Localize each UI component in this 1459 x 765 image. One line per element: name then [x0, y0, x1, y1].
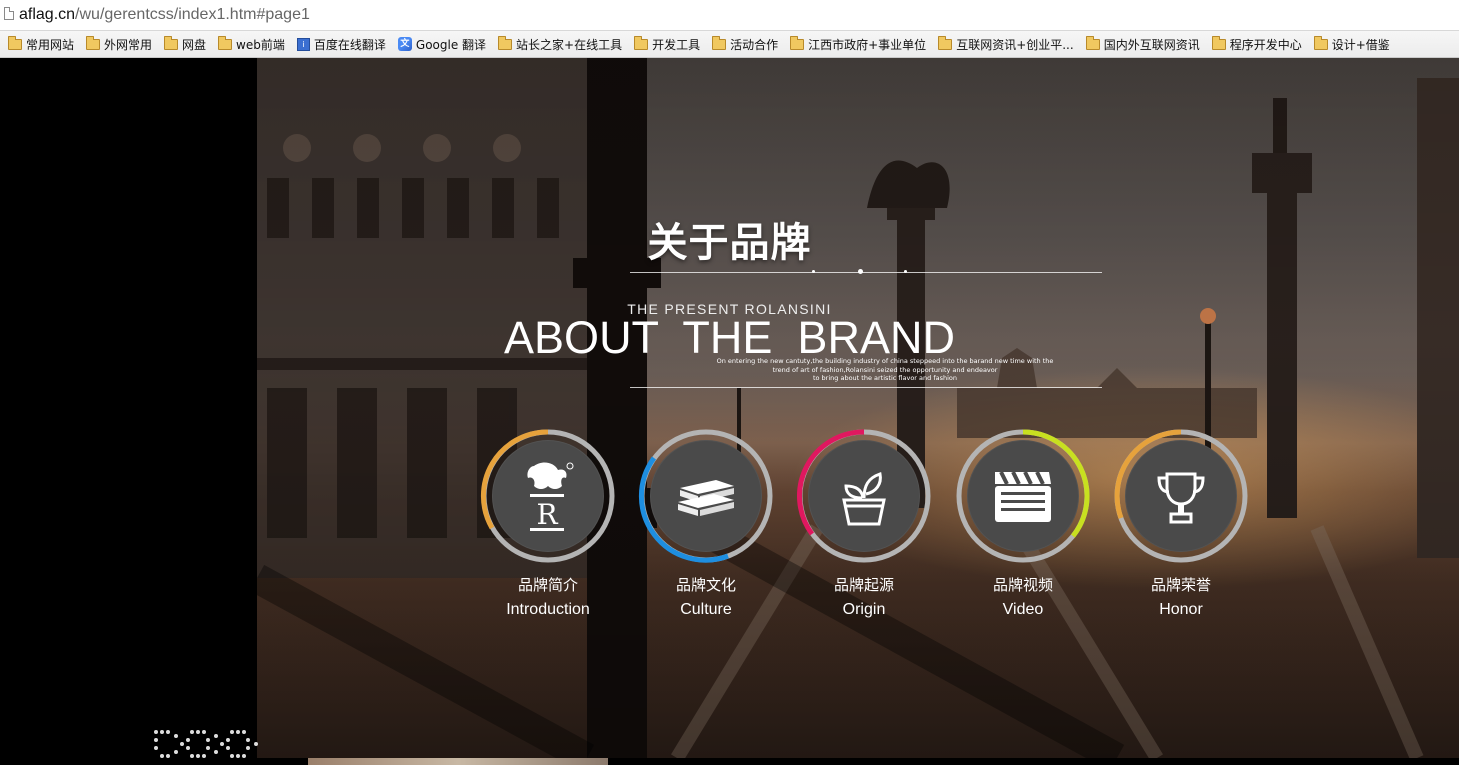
bookmark-design[interactable]: 设计+借鉴: [1313, 35, 1390, 53]
loading-dots-icon: [154, 730, 258, 758]
folder-icon: [86, 35, 101, 50]
bookmark-internet-news[interactable]: 互联网资讯+创业平...: [938, 35, 1074, 53]
clapperboard-icon: [995, 471, 1051, 522]
url-text[interactable]: aflag.cn/wu/gerentcss/index1.htm#page1: [19, 6, 310, 24]
bookmark-label: 国内外互联网资讯: [1103, 37, 1200, 52]
bookmark-label: 设计+借鉴: [1331, 37, 1390, 52]
bookmark-label: 活动合作: [730, 37, 779, 52]
folder-icon: [938, 35, 953, 50]
folder-icon: [1211, 35, 1226, 50]
url-path: /wu/gerentcss/index1.htm#page1: [75, 6, 310, 23]
feature-title-en: Culture: [680, 601, 732, 618]
feature-introduction[interactable]: R 品牌简介 Introduction: [480, 428, 616, 628]
bookmark-label: 外网常用: [104, 37, 153, 52]
desc-line: to bring about the artistic flavor and f…: [812, 374, 958, 382]
subtitle-big-text: ABOUT THE BRAND: [504, 312, 955, 363]
bookmark-label: Google 翻译: [415, 37, 487, 52]
bookmark-activity[interactable]: 活动合作: [712, 35, 779, 53]
bookmark-changyong[interactable]: 常用网站: [8, 35, 75, 53]
folder-icon: [498, 35, 513, 50]
page-title: 关于品牌: [647, 220, 812, 266]
hero-overlay: [257, 58, 1459, 758]
bookmark-web-frontend[interactable]: web前端: [218, 35, 285, 53]
bookmark-label: 常用网站: [26, 37, 75, 52]
bookmark-baidu-translate[interactable]: i 百度在线翻译: [296, 36, 386, 53]
folder-icon: [790, 35, 805, 50]
bookmark-label: 百度在线翻译: [313, 37, 386, 52]
feature-title-en: Introduction: [506, 601, 590, 618]
svg-text:R: R: [536, 498, 558, 531]
bookmark-waiwang[interactable]: 外网常用: [86, 35, 153, 53]
feature-title-cn: 品牌起源: [833, 576, 894, 594]
griffin-logo-icon: R: [527, 462, 574, 531]
url-domain: aflag.cn: [19, 6, 76, 23]
feature-origin[interactable]: 品牌起源 Origin: [796, 428, 932, 628]
folder-icon: [218, 35, 233, 50]
bookmark-label: 江西市政府+事业单位: [808, 37, 927, 52]
page-icon: [4, 7, 14, 20]
bookmark-label: 程序开发中心: [1229, 37, 1302, 52]
bookmark-wangpan[interactable]: 网盘: [164, 35, 207, 53]
books-icon: [678, 480, 734, 516]
page-viewport: 关于品牌 THE PRESENT ROLANSINI ABOUT THE BRA…: [0, 58, 1459, 765]
folder-icon: [634, 35, 649, 50]
feature-title-cn: 品牌视频: [992, 576, 1053, 594]
bookmark-label: 开发工具: [652, 37, 701, 52]
bookmarks-bar: 常用网站 外网常用 网盘 web前端 i 百度在线翻译 文 Google 翻译 站长…: [0, 31, 1459, 58]
feature-title-en: Honor: [1159, 601, 1203, 618]
bookmark-jiangxi-gov[interactable]: 江西市政府+事业单位: [790, 35, 927, 53]
trophy-icon: [1157, 472, 1205, 524]
folder-icon: [712, 35, 727, 50]
bookmark-dev-center[interactable]: 程序开发中心: [1211, 35, 1302, 53]
feature-title-cn: 品牌文化: [675, 576, 736, 594]
bookmark-google-translate[interactable]: 文 Google 翻译: [397, 36, 487, 53]
bookmark-label: web前端: [236, 37, 285, 52]
desc-line: trend of art of fashion,Rolansini seized…: [772, 365, 998, 374]
bookmark-global-news[interactable]: 国内外互联网资讯: [1085, 35, 1200, 53]
folder-icon: [8, 35, 22, 50]
folder-icon: [1313, 35, 1328, 50]
feature-title-en: Origin: [842, 601, 886, 618]
bookmark-webmaster-tools[interactable]: 站长之家+在线工具: [498, 35, 623, 53]
hero-background-photo: [257, 58, 1459, 758]
divider-bottom: [630, 387, 1102, 388]
feature-culture[interactable]: 品牌文化 Culture: [638, 428, 774, 628]
brand-description: On entering the new cantuty,the building…: [680, 357, 1090, 383]
desc-line: On entering the new cantuty,the building…: [716, 357, 1054, 365]
feature-honor[interactable]: 品牌荣誉 Honor: [1113, 428, 1249, 628]
plant-pot-icon: [842, 472, 886, 526]
bookmark-label: 站长之家+在线工具: [516, 37, 623, 52]
translate-icon: i: [296, 37, 310, 51]
feature-title-cn: 品牌简介: [517, 576, 578, 594]
address-bar[interactable]: aflag.cn/wu/gerentcss/index1.htm#page1: [0, 0, 1459, 31]
next-section-peek: [308, 758, 608, 765]
feature-video[interactable]: 品牌视频 Video: [955, 428, 1091, 628]
bookmark-label: 互联网资讯+创业平...: [956, 37, 1074, 52]
feature-title-en: Video: [1002, 601, 1044, 618]
folder-icon: [164, 35, 179, 50]
bookmark-dev-tools[interactable]: 开发工具: [634, 35, 701, 53]
bookmark-label: 网盘: [182, 37, 207, 52]
feature-title-cn: 品牌荣誉: [1150, 576, 1211, 594]
google-translate-icon: 文: [397, 37, 412, 51]
folder-icon: [1085, 35, 1100, 50]
divider-dots: [812, 268, 912, 276]
